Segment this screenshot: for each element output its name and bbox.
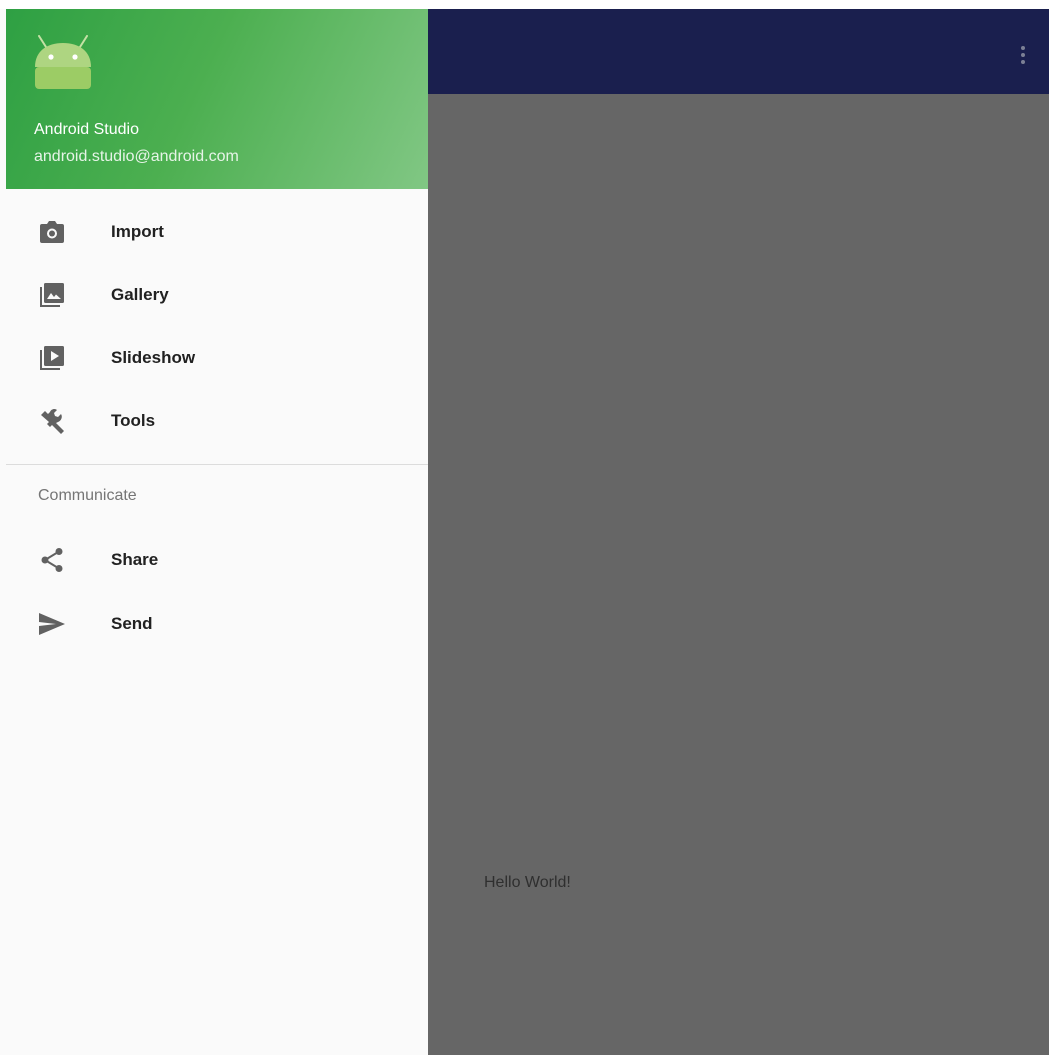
drawer-header: Android Studio android.studio@android.co… bbox=[6, 9, 428, 189]
menu-item-label: Slideshow bbox=[111, 348, 196, 367]
menu-item-label: Tools bbox=[111, 411, 156, 430]
user-email: android.studio@android.com bbox=[34, 148, 239, 165]
menu-item-tools[interactable]: Tools bbox=[0, 390, 428, 452]
menu-item-label: Send bbox=[111, 614, 153, 633]
send-icon bbox=[38, 610, 66, 638]
hello-text: Hello World! bbox=[484, 874, 571, 891]
share-icon bbox=[38, 546, 66, 574]
screen: Hello World! Android Studio android.stud… bbox=[0, 0, 1049, 1055]
menu-item-gallery[interactable]: Gallery bbox=[0, 264, 428, 326]
navigation-drawer: Android Studio android.studio@android.co… bbox=[0, 9, 428, 1055]
camera-icon bbox=[38, 218, 66, 246]
section-header: Communicate bbox=[38, 487, 137, 504]
status-edge bbox=[0, 0, 1049, 9]
menu-item-import[interactable]: Import bbox=[0, 201, 428, 263]
menu-item-slideshow[interactable]: Slideshow bbox=[0, 327, 428, 389]
drawer-divider bbox=[6, 464, 428, 465]
menu-item-label: Import bbox=[111, 222, 164, 241]
user-name: Android Studio bbox=[34, 121, 139, 138]
gallery-icon bbox=[38, 281, 66, 309]
wrench-icon bbox=[38, 407, 66, 435]
menu-item-label: Share bbox=[111, 550, 159, 569]
menu-item-send[interactable]: Send bbox=[0, 593, 428, 655]
slideshow-icon bbox=[38, 344, 66, 372]
more-vert-icon[interactable] bbox=[1011, 37, 1035, 73]
menu-item-label: Gallery bbox=[111, 285, 169, 304]
menu-item-share[interactable]: Share bbox=[0, 529, 428, 591]
android-icon bbox=[32, 35, 94, 91]
